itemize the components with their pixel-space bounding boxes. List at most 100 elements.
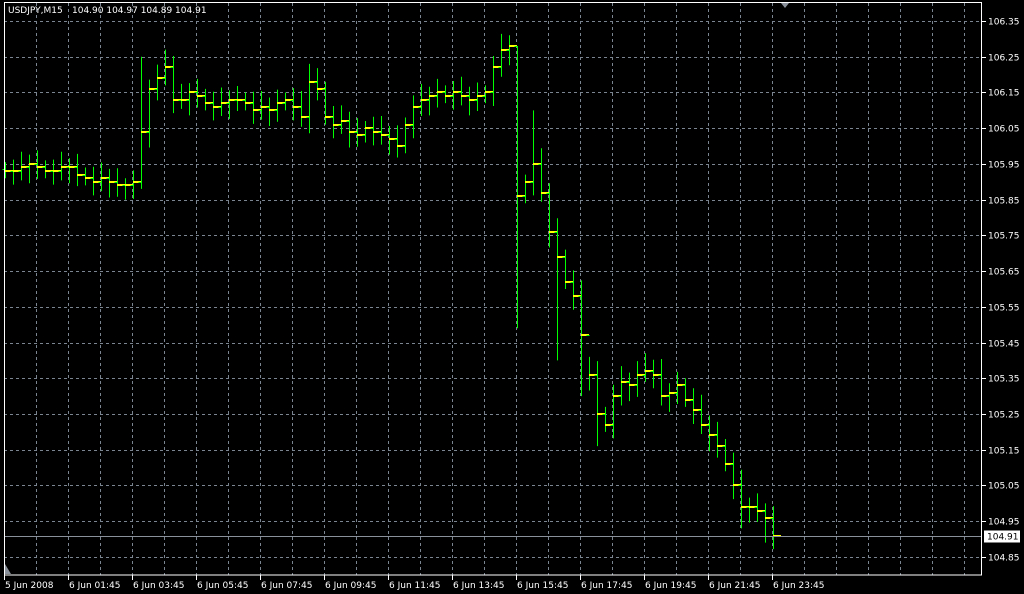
ohlc-bars (2, 33, 781, 550)
ohlc-bar (490, 56, 501, 107)
ohlc-bar (106, 168, 117, 198)
ohlc-bar (298, 91, 309, 127)
ohlc-bar (722, 439, 733, 472)
ohlc-bar (650, 359, 661, 389)
ohlc-bar (282, 92, 293, 111)
ohlc-bar (58, 151, 69, 181)
ohlc-bar (434, 78, 445, 108)
y-tick-label: 104.95 (988, 518, 1020, 528)
ohlc-bar (154, 64, 165, 101)
y-tick-label: 106.15 (988, 89, 1020, 99)
ohlc-bar (402, 117, 413, 154)
ohlc-bar (378, 116, 389, 145)
ohlc-bar (210, 91, 221, 121)
chart-symbol-label: USDJPY,M15 (8, 6, 63, 16)
ohlc-bar (690, 388, 701, 425)
ohlc-bar (218, 87, 229, 117)
ohlc-bar (602, 406, 613, 432)
ohlc-bar (346, 111, 357, 148)
ohlc-bar (330, 106, 341, 139)
ohlc-bar (682, 378, 693, 407)
y-tick-label: 105.25 (988, 411, 1020, 421)
ohlc-bar (274, 89, 285, 122)
ohlc-bar (746, 497, 757, 523)
chart-shift-marker-icon[interactable] (781, 3, 789, 8)
ohlc-bar (314, 68, 325, 101)
ohlc-bar (594, 361, 605, 447)
ohlc-bar (530, 110, 541, 196)
time-axis: 5 Jun 2008 6 Jun 01:45 6 Jun 03:45 6 Jun 05… (4, 575, 824, 591)
ohlc-bar (442, 85, 453, 104)
y-tick-label: 105.85 (988, 197, 1020, 207)
x-tick-label: 6 Jun 07:45 (261, 581, 312, 591)
ohlc-bar (554, 218, 565, 361)
ohlc-bar (498, 33, 509, 77)
ohlc-bar (730, 452, 741, 500)
ohlc-bar (522, 174, 533, 204)
ohlc-bar (370, 116, 381, 146)
ohlc-bar (714, 421, 725, 458)
ohlc-bar (634, 361, 645, 397)
ohlc-bar (658, 359, 669, 406)
x-tick-label: 6 Jun 21:45 (709, 581, 760, 591)
chart-ohlc-readout: 104.90 104.97 104.89 104.91 (72, 6, 207, 16)
x-tick-label: 6 Jun 11:45 (389, 581, 440, 591)
ohlc-bar (626, 372, 637, 402)
ohlc-bar (234, 86, 245, 112)
ohlc-bar (618, 366, 629, 406)
ohlc-bar (570, 270, 581, 310)
y-tick-label: 106.35 (988, 18, 1020, 28)
current-price-text: 104.91 (987, 533, 1019, 543)
y-tick-label: 105.55 (988, 304, 1020, 314)
price-axis: 106.35 106.25 106.15 106.05 105.95 105.85 105.… (982, 18, 1020, 564)
x-tick-label: 6 Jun 05:45 (197, 581, 248, 591)
ohlc-bar (506, 35, 517, 66)
ohlc-bar (362, 121, 373, 143)
ohlc-bar (50, 159, 61, 185)
ohlc-bar (394, 125, 405, 158)
ohlc-bar (138, 56, 149, 189)
ohlc-bar (90, 166, 101, 196)
ohlc-bar (122, 178, 133, 200)
y-tick-label: 105.05 (988, 482, 1020, 492)
ohlc-bar (306, 63, 317, 134)
scroll-corner-marker-icon (5, 564, 11, 574)
y-tick-label: 105.75 (988, 232, 1020, 242)
ohlc-bar (466, 86, 477, 116)
ohlc-bar (170, 56, 181, 114)
y-tick-label: 105.65 (988, 268, 1020, 278)
x-tick-label: 6 Jun 23:45 (773, 581, 824, 591)
ohlc-bar (42, 160, 53, 179)
ohlc-bar (266, 97, 277, 127)
ohlc-bar (410, 95, 421, 139)
ohlc-bar (754, 493, 765, 522)
ohlc-bar (114, 168, 125, 197)
ohlc-bar (242, 92, 253, 111)
ohlc-bar (250, 91, 261, 124)
x-tick-label: 6 Jun 13:45 (453, 581, 504, 591)
ohlc-bar (10, 159, 21, 185)
ohlc-bar (426, 86, 437, 116)
x-tick-label: 6 Jun 17:45 (581, 581, 632, 591)
y-tick-label: 106.25 (988, 54, 1020, 64)
y-tick-label: 105.45 (988, 340, 1020, 350)
ohlc-bar (706, 415, 717, 452)
x-tick-label: 6 Jun 19:45 (645, 581, 696, 591)
y-tick-label: 105.35 (988, 375, 1020, 385)
price-chart[interactable]: 106.35 106.25 106.15 106.05 105.95 105.85 105.… (0, 0, 1024, 594)
ohlc-bar (338, 105, 349, 134)
ohlc-bar (82, 167, 93, 186)
ohlc-bar (666, 383, 677, 412)
x-tick-label: 6 Jun 01:45 (69, 581, 120, 591)
y-tick-label: 105.15 (988, 447, 1020, 457)
ohlc-bar (178, 83, 189, 109)
ohlc-bar (74, 153, 85, 187)
x-tick-label: 6 Jun 03:45 (133, 581, 184, 591)
y-tick-label: 105.95 (988, 161, 1020, 171)
x-tick-label: 6 Jun 15:45 (517, 581, 568, 591)
ohlc-bar (18, 151, 29, 181)
ohlc-bar (562, 249, 573, 289)
y-tick-label: 104.85 (988, 554, 1020, 564)
current-price-label: 104.91 (984, 530, 1020, 543)
ohlc-bar (26, 154, 37, 184)
